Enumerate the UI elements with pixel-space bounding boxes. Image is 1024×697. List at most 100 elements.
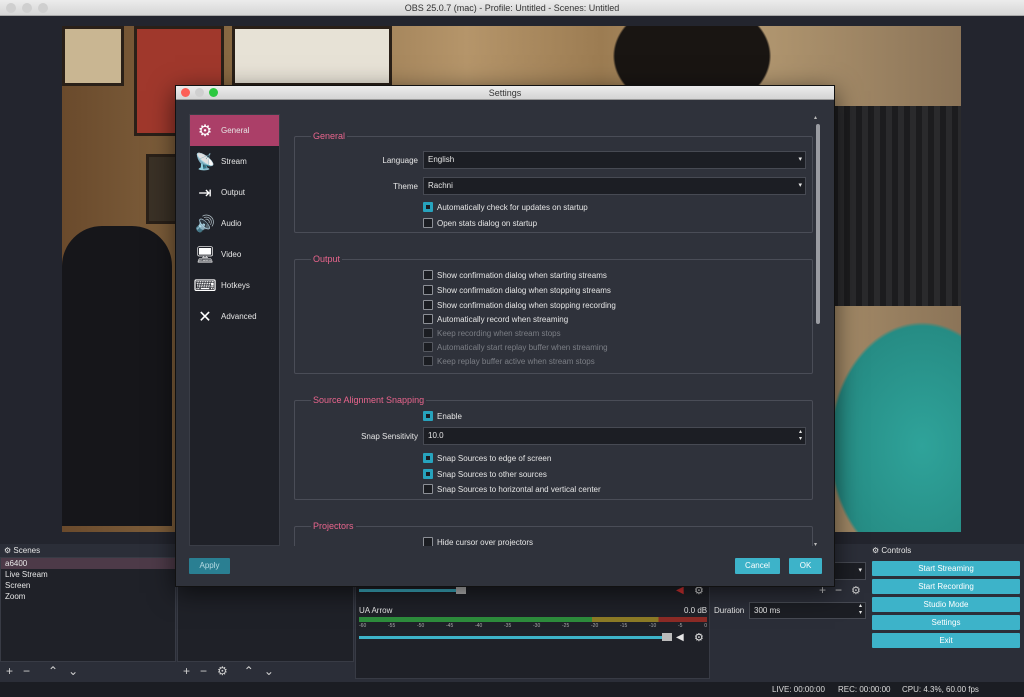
cancel-button[interactable]: Cancel xyxy=(735,558,780,574)
snapping-group: Source Alignment Snapping Enable Snap Se… xyxy=(294,395,813,500)
zoom-button[interactable] xyxy=(38,3,48,13)
gear-icon[interactable]: ⚙ xyxy=(851,584,861,597)
keyboard-icon: ⌨ xyxy=(193,277,217,295)
start-recording-button[interactable]: Start Recording xyxy=(872,579,1020,594)
sidebar-item-output[interactable]: ⇥ Output xyxy=(190,177,279,208)
scene-item[interactable]: Zoom xyxy=(1,591,175,602)
meter-tick: -50 xyxy=(417,623,425,629)
sidebar-item-audio[interactable]: 🔊 Audio xyxy=(190,208,279,239)
open-stats-checkbox[interactable]: Open stats dialog on startup xyxy=(423,217,537,229)
ok-button[interactable]: OK xyxy=(789,558,822,574)
studio-mode-button[interactable]: Studio Mode xyxy=(872,597,1020,612)
snap-other-checkbox[interactable]: Snap Sources to other sources xyxy=(423,468,547,480)
output-checkbox[interactable]: Show confirmation dialog when stopping r… xyxy=(423,299,616,311)
cpu-status: CPU: 4.3%, 60.00 fps xyxy=(902,685,979,694)
zoom-button[interactable] xyxy=(209,88,218,97)
add-icon[interactable]: + xyxy=(183,664,190,678)
snap-sensitivity-value: 10.0 xyxy=(428,431,444,440)
tools-icon: ✕ xyxy=(198,308,212,326)
scene-item[interactable]: Screen xyxy=(1,580,175,591)
meter-tick: -45 xyxy=(446,623,454,629)
scenes-dock-title: ⚙ Scenes xyxy=(4,546,41,555)
close-button[interactable] xyxy=(6,3,16,13)
checkbox-box[interactable] xyxy=(423,469,433,479)
checkbox-box[interactable] xyxy=(423,484,433,494)
snapping-enable-checkbox[interactable]: Enable xyxy=(423,410,462,422)
checkbox-box[interactable] xyxy=(423,453,433,463)
projectors-group: Projectors Hide cursor over projectors xyxy=(294,521,813,546)
spinner-arrows[interactable]: ▴ ▾ xyxy=(859,603,862,617)
output-checkbox[interactable]: Automatically record when streaming xyxy=(423,313,568,325)
remove-icon[interactable]: − xyxy=(835,583,842,597)
scene-item[interactable]: a6400 xyxy=(1,558,175,569)
checkbox-box[interactable] xyxy=(423,314,433,324)
exit-button[interactable]: Exit xyxy=(872,633,1020,648)
duration-input[interactable]: 300 ms ▴ ▾ xyxy=(749,602,866,619)
scroll-up-icon[interactable]: ▴ xyxy=(814,114,817,121)
start-streaming-button[interactable]: Start Streaming xyxy=(872,561,1020,576)
checkbox-box[interactable] xyxy=(423,285,433,295)
window-titlebar: OBS 25.0.7 (mac) - Profile: Untitled - S… xyxy=(0,0,1024,16)
volume-slider-handle[interactable] xyxy=(456,586,466,594)
remove-icon[interactable]: − xyxy=(23,664,30,678)
spinner-arrows[interactable]: ▴ ▾ xyxy=(799,429,802,443)
volume-slider[interactable] xyxy=(359,636,669,639)
scroll-down-icon[interactable]: ▾ xyxy=(814,541,817,548)
move-up-icon[interactable]: ⌃ xyxy=(244,664,254,678)
sidebar-item-video[interactable]: 🖥 Video xyxy=(190,239,279,270)
chevron-down-icon: ▾ xyxy=(798,182,802,189)
checkbox-box[interactable] xyxy=(423,218,433,228)
move-up-icon[interactable]: ⌃ xyxy=(48,664,58,678)
language-select[interactable]: English ▾ xyxy=(423,151,806,169)
sidebar-item-hotkeys[interactable]: ⌨ Hotkeys xyxy=(190,270,279,301)
snap-edge-checkbox[interactable]: Snap Sources to edge of screen xyxy=(423,452,551,464)
volume-slider-handle[interactable] xyxy=(662,633,672,641)
add-icon[interactable]: + xyxy=(6,664,13,678)
theme-select[interactable]: Rachni ▾ xyxy=(423,177,806,195)
output-checkbox[interactable]: Show confirmation dialog when starting s… xyxy=(423,269,607,281)
checkbox-box[interactable] xyxy=(423,300,433,310)
close-button[interactable] xyxy=(181,88,190,97)
dialog-window-controls[interactable] xyxy=(181,88,218,97)
snap-center-checkbox[interactable]: Snap Sources to horizontal and vertical … xyxy=(423,483,601,495)
move-down-icon[interactable]: ⌄ xyxy=(68,664,78,678)
hide-cursor-checkbox[interactable]: Hide cursor over projectors xyxy=(423,536,533,546)
minimize-button[interactable] xyxy=(22,3,32,13)
track-db: 0.0 dB xyxy=(684,606,708,615)
settings-button[interactable]: Settings xyxy=(872,615,1020,630)
volume-slider[interactable] xyxy=(359,589,459,592)
gear-icon: ⚙ xyxy=(197,122,213,140)
remove-icon[interactable]: − xyxy=(200,664,207,678)
checkbox-box[interactable] xyxy=(423,202,433,212)
checkbox-box[interactable] xyxy=(423,270,433,280)
gear-icon[interactable]: ⚙ xyxy=(217,664,228,678)
move-down-icon[interactable]: ⌄ xyxy=(264,664,274,678)
track-name: UA Arrow xyxy=(359,606,393,615)
meter-tick: -5 xyxy=(678,623,683,629)
checkbox-box[interactable] xyxy=(423,411,433,421)
speaker-icon[interactable]: ◀ xyxy=(676,632,684,643)
monitor-icon: 🖥 xyxy=(194,246,216,264)
scrollbar-thumb[interactable] xyxy=(816,124,820,324)
scene-item[interactable]: Live Stream xyxy=(1,569,175,580)
content-scrollbar[interactable]: ▴ ▾ xyxy=(814,114,822,548)
checkbox-label: Automatically check for updates on start… xyxy=(437,202,588,212)
checkbox-box[interactable] xyxy=(423,537,433,546)
scenes-list[interactable]: a6400 Live Stream Screen Zoom xyxy=(0,557,176,662)
check-updates-checkbox[interactable]: Automatically check for updates on start… xyxy=(423,201,588,213)
minimize-button[interactable] xyxy=(195,88,204,97)
snap-sensitivity-input[interactable]: 10.0 ▴ ▾ xyxy=(423,427,806,445)
window-controls[interactable] xyxy=(6,3,48,13)
sidebar-item-general[interactable]: ⚙ General xyxy=(190,115,279,146)
theme-label: Theme xyxy=(393,182,418,191)
gear-icon[interactable]: ⚙ xyxy=(694,631,704,644)
settings-content[interactable]: General Language English ▾ Theme Rachni ▾ … xyxy=(294,114,816,546)
sidebar-item-advanced[interactable]: ✕ Advanced xyxy=(190,301,279,332)
sidebar-item-stream[interactable]: 📡 Stream xyxy=(190,146,279,177)
sidebar-item-label: Advanced xyxy=(221,312,257,321)
apply-button[interactable]: Apply xyxy=(189,558,230,574)
meter-tick: -20 xyxy=(591,623,599,629)
output-checkbox[interactable]: Show confirmation dialog when stopping s… xyxy=(423,284,611,296)
meter-tick: -60 xyxy=(359,623,367,629)
window-title: OBS 25.0.7 (mac) - Profile: Untitled - S… xyxy=(404,3,620,13)
